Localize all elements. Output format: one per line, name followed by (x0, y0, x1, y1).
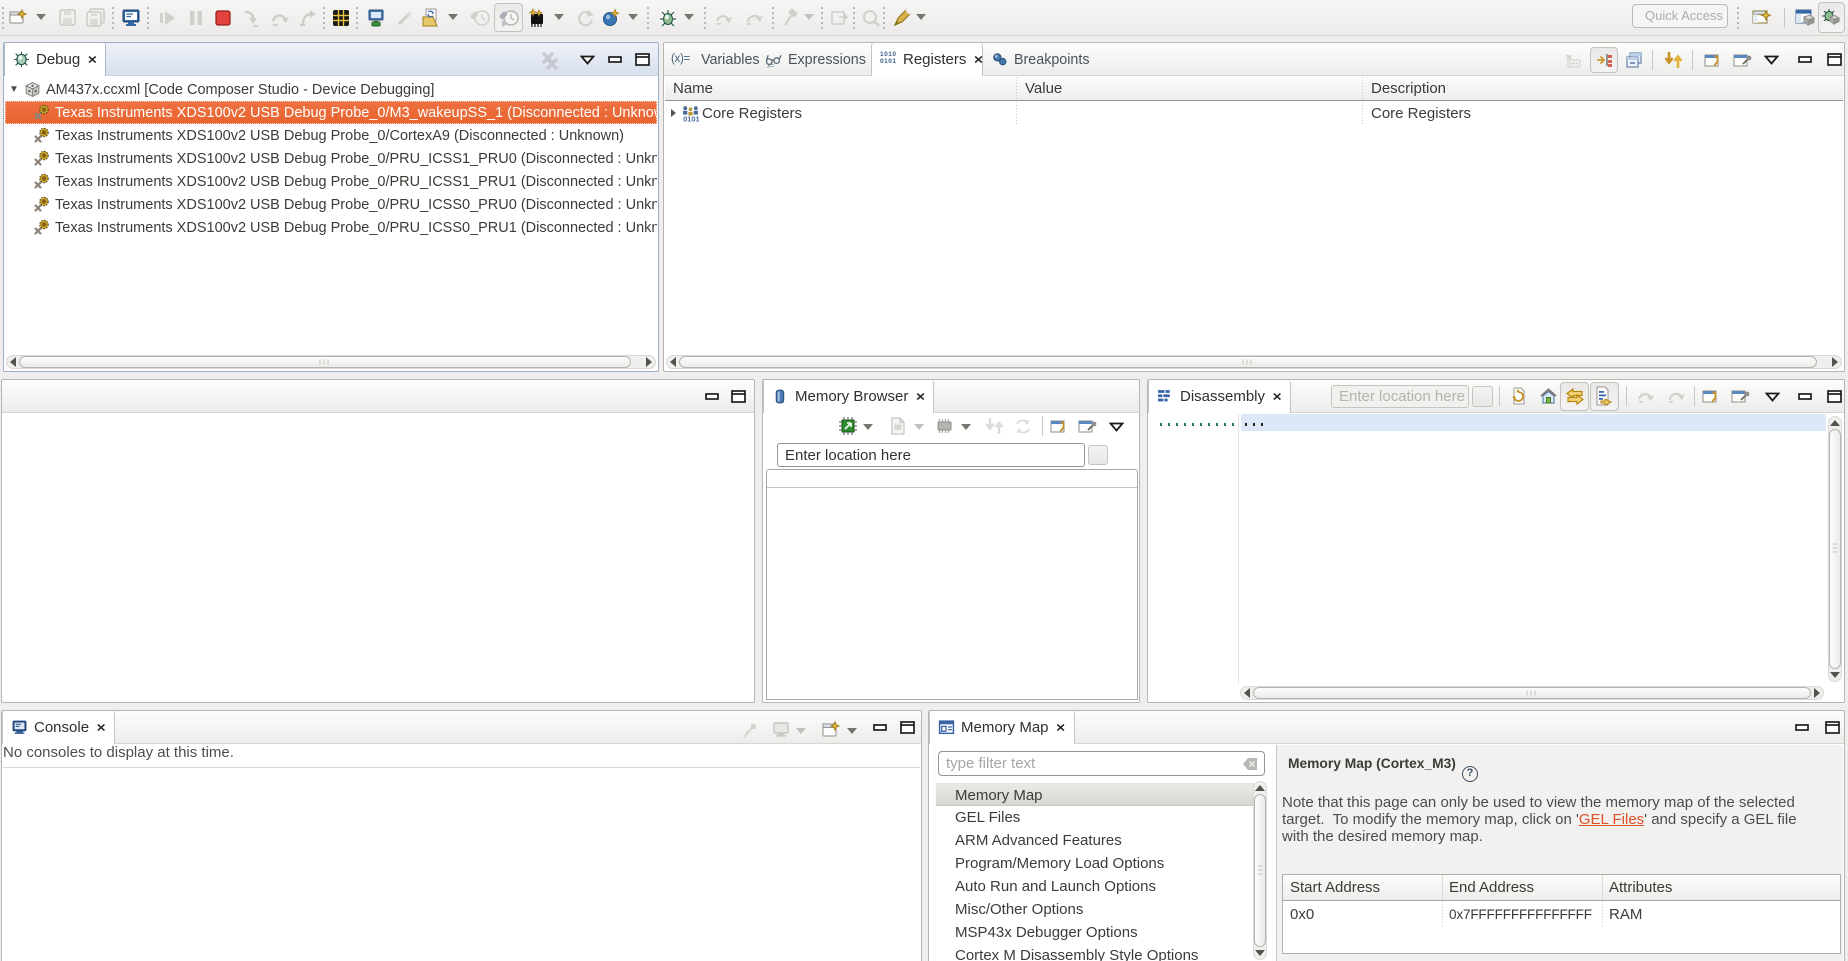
svg-text:0101: 0101 (683, 114, 699, 122)
svg-text:x=: x= (767, 62, 774, 68)
